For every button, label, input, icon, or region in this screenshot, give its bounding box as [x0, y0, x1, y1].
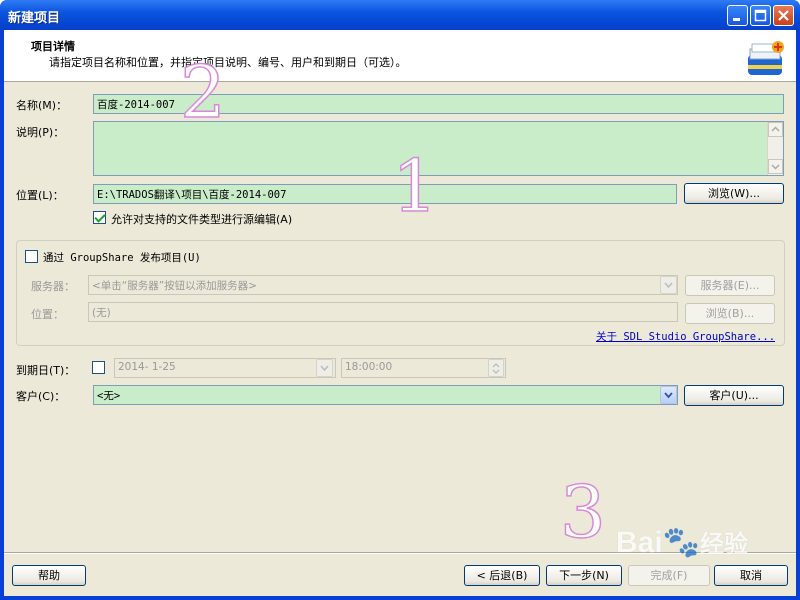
name-label: 名称(M)：	[16, 99, 68, 112]
groupshare-browse-button[interactable]: 浏览(B)...	[685, 303, 775, 324]
chevron-up-icon	[771, 126, 780, 132]
next-button[interactable]: 下一步(N)	[546, 565, 622, 586]
about-groupshare-link[interactable]: 关于 SDL Studio GroupShare...	[596, 329, 775, 344]
watermark-suffix: 经验	[700, 531, 749, 558]
scroll-down-button[interactable]	[768, 159, 783, 174]
back-button[interactable]: < 后退(B)	[464, 565, 540, 586]
customer-select[interactable]: <无>	[93, 385, 678, 405]
description-scrollbar[interactable]	[767, 122, 783, 175]
watermark-logo: Bai🐾经验	[616, 524, 748, 560]
publish-groupshare-label: 通过 GroupShare 发布项目(U)	[43, 252, 201, 264]
spinner-arrows-icon	[492, 363, 500, 374]
maximize-button[interactable]	[750, 5, 771, 26]
due-time-input[interactable]: 18:00:00	[341, 358, 506, 378]
annotation-number: 2	[179, 50, 226, 134]
server-dropdown-button[interactable]	[660, 276, 677, 294]
page-title: 项目详情	[31, 40, 75, 53]
server-select[interactable]: <单击“服务器”按钮以添加服务器>	[88, 275, 678, 295]
scroll-up-button[interactable]	[768, 122, 783, 137]
annotation-number: 3	[559, 470, 606, 554]
publish-groupshare-checkbox[interactable]	[25, 250, 38, 263]
chevron-down-icon	[320, 365, 329, 372]
time-spinner[interactable]	[488, 359, 504, 377]
new-project-window: 新建项目 项目详情 请指定项目名称和位置，并指定项目说明、编号、用户和到期日（可…	[0, 0, 800, 600]
groupshare-location-input[interactable]: (无)	[88, 302, 678, 322]
chevron-down-icon	[664, 392, 673, 399]
chevron-down-icon	[664, 282, 673, 289]
minimize-button[interactable]	[727, 5, 748, 26]
maximize-icon	[754, 9, 767, 22]
date-dropdown-button[interactable]	[316, 359, 333, 377]
close-icon	[778, 10, 789, 21]
close-button[interactable]	[773, 5, 794, 26]
page-description: 请指定项目名称和位置，并指定项目说明、编号、用户和到期日（可选）。	[49, 56, 407, 69]
chevron-down-icon	[771, 164, 780, 170]
customer-label: 客户(C)：	[16, 390, 66, 403]
groupshare-location-label: 位置：	[31, 308, 64, 321]
customer-dropdown-button[interactable]	[660, 386, 677, 404]
minimize-icon	[733, 18, 740, 21]
description-label: 说明(P)：	[16, 126, 65, 139]
watermark-brand: Bai	[616, 526, 663, 559]
dialog-body: 项目详情 请指定项目名称和位置，并指定项目说明、编号、用户和到期日（可选）。 名…	[4, 30, 796, 596]
customer-button[interactable]: 客户(U)...	[684, 385, 784, 406]
location-label: 位置(L)：	[16, 189, 64, 202]
allow-source-edit-label: 允许对支持的文件类型进行源编辑(A)	[111, 213, 293, 226]
browse-location-button[interactable]: 浏览(W)...	[684, 183, 784, 204]
title-bar[interactable]: 新建项目	[0, 0, 800, 30]
help-button[interactable]: 帮助	[12, 565, 86, 586]
due-date-label: 到期日(T)：	[16, 364, 76, 377]
new-project-icon	[748, 41, 784, 75]
location-input[interactable]: E:\TRADOS翻译\项目\百度-2014-007	[93, 184, 677, 204]
cancel-button[interactable]: 取消	[714, 565, 788, 586]
due-date-checkbox[interactable]	[92, 361, 105, 374]
annotation-number: 1	[391, 144, 438, 228]
finish-button[interactable]: 完成(F)	[628, 565, 710, 586]
server-button[interactable]: 服务器(E)...	[685, 275, 775, 296]
server-label: 服务器：	[31, 280, 75, 293]
wizard-header: 项目详情 请指定项目名称和位置，并指定项目说明、编号、用户和到期日（可选）。	[4, 30, 796, 82]
window-title: 新建项目	[8, 11, 61, 26]
paw-icon: 🐾	[662, 526, 701, 559]
due-date-picker[interactable]: 2014- 1-25	[114, 358, 336, 378]
allow-source-edit-checkbox[interactable]	[93, 211, 106, 224]
